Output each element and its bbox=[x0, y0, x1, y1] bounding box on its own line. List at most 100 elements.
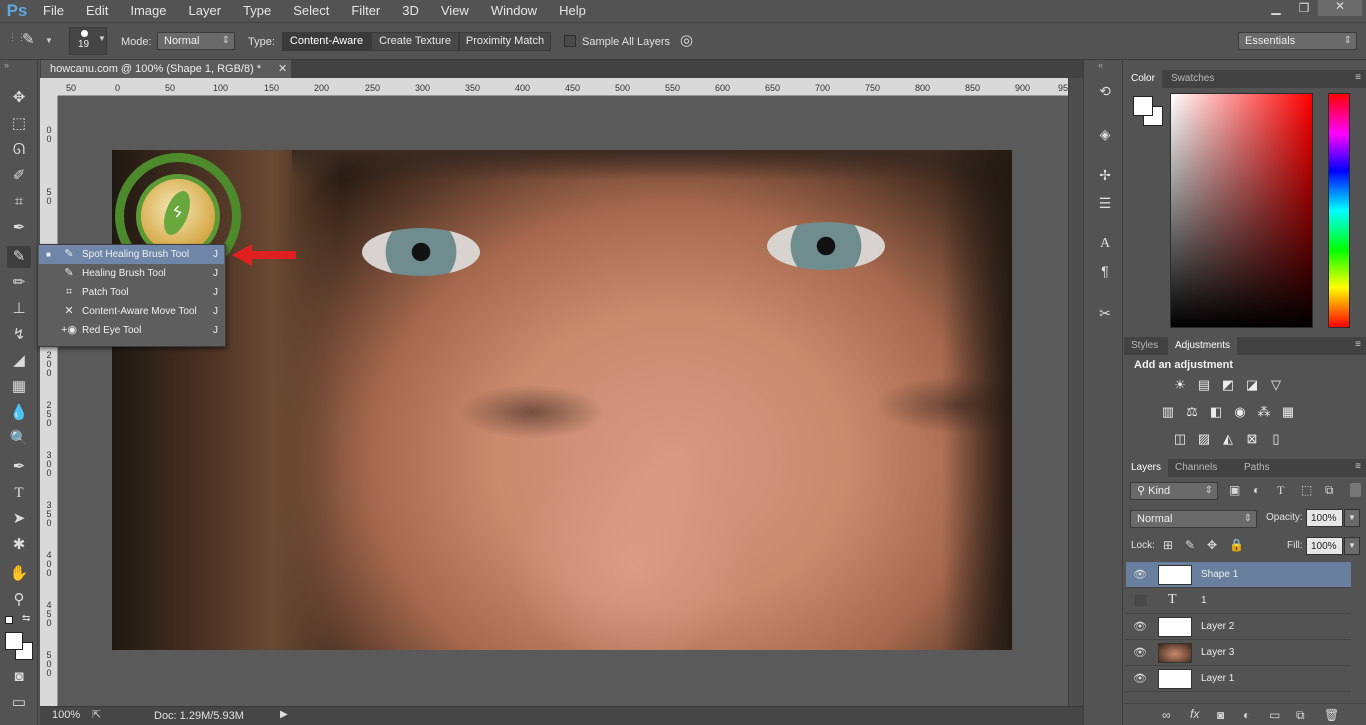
menu-type[interactable]: Type bbox=[232, 0, 282, 22]
tab-color[interactable]: Color bbox=[1124, 70, 1162, 88]
status-menu-arrow-icon[interactable]: ▶ bbox=[280, 709, 288, 720]
hue-slider[interactable] bbox=[1328, 93, 1350, 328]
spot-healing-tool-preset-icon[interactable]: ✎ bbox=[22, 30, 44, 52]
flyout-item-spot-healing-brush[interactable]: ■ ✎ Spot Healing Brush Tool J bbox=[39, 245, 224, 264]
type-proximity-match-button[interactable]: Proximity Match bbox=[459, 32, 551, 51]
history-panel-icon[interactable]: ⟲ bbox=[1093, 80, 1117, 102]
clone-stamp-tool-icon[interactable]: ⊥ bbox=[7, 298, 31, 320]
channel-mixer-icon[interactable]: ⁂ bbox=[1256, 405, 1272, 419]
menu-file[interactable]: File bbox=[32, 0, 75, 22]
gradient-map-icon[interactable]: ▯ bbox=[1268, 432, 1284, 446]
tab-swatches[interactable]: Swatches bbox=[1164, 70, 1221, 88]
spot-healing-tool-icon[interactable]: ✎ bbox=[7, 246, 31, 268]
workspace-select[interactable]: Essentials bbox=[1238, 32, 1357, 50]
filter-toggle[interactable] bbox=[1350, 483, 1361, 497]
link-layers-icon[interactable]: ∞ bbox=[1162, 708, 1171, 722]
vertical-scrollbar[interactable] bbox=[1068, 78, 1083, 706]
restore-button[interactable]: ❐ bbox=[1290, 2, 1318, 16]
levels-icon[interactable]: ▤ bbox=[1196, 378, 1212, 392]
hand-tool-icon[interactable]: ✋ bbox=[7, 563, 31, 585]
type-create-texture-button[interactable]: Create Texture bbox=[371, 32, 459, 51]
layer-row-1[interactable]: T 1 bbox=[1126, 588, 1351, 614]
minimize-button[interactable]: ▁ bbox=[1262, 2, 1290, 16]
selective-color-icon[interactable]: ⊠ bbox=[1244, 432, 1260, 446]
threshold-icon[interactable]: ◭ bbox=[1220, 432, 1236, 446]
marquee-tool-icon[interactable]: ⬚ bbox=[7, 113, 31, 135]
add-mask-icon[interactable]: ◙ bbox=[1217, 708, 1224, 722]
pressure-size-icon[interactable]: ◎ bbox=[680, 31, 700, 51]
lasso-tool-icon[interactable]: ᘏ bbox=[7, 139, 31, 161]
filter-shape-icon[interactable]: ⬚ bbox=[1301, 483, 1312, 497]
close-button[interactable]: ✕ bbox=[1318, 0, 1362, 16]
invert-icon[interactable]: ◫ bbox=[1172, 432, 1188, 446]
pen-tool-icon[interactable]: ✒ bbox=[7, 456, 31, 478]
filter-adjustment-icon[interactable]: ◐ bbox=[1253, 483, 1260, 497]
tab-channels[interactable]: Channels bbox=[1168, 459, 1224, 477]
gradient-tool-icon[interactable]: ▦ bbox=[7, 376, 31, 398]
brightness-contrast-icon[interactable]: ☀ bbox=[1172, 378, 1188, 392]
eye-icon[interactable]: 👁 bbox=[1133, 672, 1147, 685]
zoom-tool-icon[interactable]: ⚲ bbox=[7, 589, 31, 611]
color-lookup-icon[interactable]: ▦ bbox=[1280, 405, 1296, 419]
filter-smart-object-icon[interactable]: ⧉ bbox=[1325, 483, 1334, 498]
tool-presets-icon[interactable]: ✂ bbox=[1093, 302, 1117, 324]
exposure-icon[interactable]: ◪ bbox=[1244, 378, 1260, 392]
menu-window[interactable]: Window bbox=[480, 0, 548, 22]
document-canvas[interactable] bbox=[112, 150, 1012, 650]
visibility-off-box[interactable] bbox=[1135, 595, 1146, 606]
tab-layers[interactable]: Layers bbox=[1124, 459, 1169, 477]
lock-position-icon[interactable]: ✥ bbox=[1207, 538, 1217, 552]
move-tool-icon[interactable]: ✥ bbox=[7, 87, 31, 109]
sample-all-layers-checkbox[interactable] bbox=[564, 35, 576, 47]
eye-icon[interactable]: 👁 bbox=[1133, 568, 1147, 581]
black-white-icon[interactable]: ◧ bbox=[1208, 405, 1224, 419]
menu-select[interactable]: Select bbox=[282, 0, 340, 22]
curves-icon[interactable]: ◩ bbox=[1220, 378, 1236, 392]
type-tool-icon[interactable]: T bbox=[7, 482, 31, 504]
screen-mode-icon[interactable]: ▭ bbox=[7, 692, 31, 714]
panel-menu-icon[interactable]: ≡ bbox=[1355, 72, 1361, 83]
layer-row-layer-2[interactable]: 👁 Layer 2 bbox=[1126, 614, 1351, 640]
character-panel-icon[interactable]: A bbox=[1093, 233, 1117, 255]
flyout-item-patch[interactable]: ⌗ Patch Tool J bbox=[39, 283, 224, 302]
close-tab-icon[interactable]: ✕ bbox=[278, 60, 287, 78]
fill-input[interactable]: 100% bbox=[1306, 537, 1343, 555]
eye-icon[interactable]: 👁 bbox=[1133, 646, 1147, 659]
filter-pixel-icon[interactable]: ▣ bbox=[1229, 483, 1240, 497]
quick-mask-icon[interactable]: ◙ bbox=[7, 666, 31, 688]
fx-icon[interactable]: fx bbox=[1190, 707, 1199, 721]
color-field[interactable] bbox=[1170, 93, 1313, 328]
eyedropper-tool-icon[interactable]: ✒ bbox=[7, 217, 31, 239]
new-layer-icon[interactable]: ⧉ bbox=[1296, 708, 1305, 723]
brush-tool-icon[interactable]: ✏ bbox=[7, 272, 31, 294]
brush-presets-icon[interactable]: ✢ bbox=[1093, 164, 1117, 186]
lock-transparent-icon[interactable]: ⊞ bbox=[1163, 538, 1173, 552]
photo-filter-icon[interactable]: ◉ bbox=[1232, 405, 1248, 419]
collapse-icon[interactable]: » bbox=[4, 60, 9, 70]
chevron-down-icon[interactable]: ▼ bbox=[1344, 509, 1360, 527]
zoom-level[interactable]: 100% bbox=[52, 709, 80, 721]
crop-tool-icon[interactable]: ⌗ bbox=[7, 191, 31, 213]
opacity-input[interactable]: 100% bbox=[1306, 509, 1343, 527]
brush-size-picker[interactable]: 19 ▼ bbox=[69, 27, 107, 55]
swap-colors-icon[interactable]: ⇆ bbox=[22, 613, 30, 624]
menu-view[interactable]: View bbox=[430, 0, 480, 22]
default-colors-icon[interactable] bbox=[5, 616, 13, 624]
mode-select[interactable]: Normal bbox=[157, 32, 235, 50]
posterize-icon[interactable]: ▨ bbox=[1196, 432, 1212, 446]
lock-image-icon[interactable]: ✎ bbox=[1185, 538, 1195, 552]
layer-row-shape-1[interactable]: 👁 Shape 1 bbox=[1126, 562, 1351, 588]
blend-mode-select[interactable]: Normal bbox=[1130, 510, 1257, 528]
tab-adjustments[interactable]: Adjustments bbox=[1168, 337, 1238, 355]
lock-all-icon[interactable]: 🔒 bbox=[1229, 538, 1244, 552]
foreground-color-swatch[interactable] bbox=[5, 632, 23, 650]
trash-icon[interactable]: 🗑 bbox=[1324, 708, 1339, 722]
3d-panel-icon[interactable]: ◈ bbox=[1093, 123, 1117, 145]
layer-row-layer-1[interactable]: 👁 Layer 1 bbox=[1126, 666, 1351, 692]
tab-styles[interactable]: Styles bbox=[1124, 337, 1165, 355]
paragraph-panel-icon[interactable]: ¶ bbox=[1093, 260, 1117, 282]
menu-layer[interactable]: Layer bbox=[178, 0, 233, 22]
color-panel-foreground-swatch[interactable] bbox=[1133, 96, 1153, 116]
menu-edit[interactable]: Edit bbox=[75, 0, 119, 22]
layer-row-layer-3[interactable]: 👁 Layer 3 bbox=[1126, 640, 1351, 666]
